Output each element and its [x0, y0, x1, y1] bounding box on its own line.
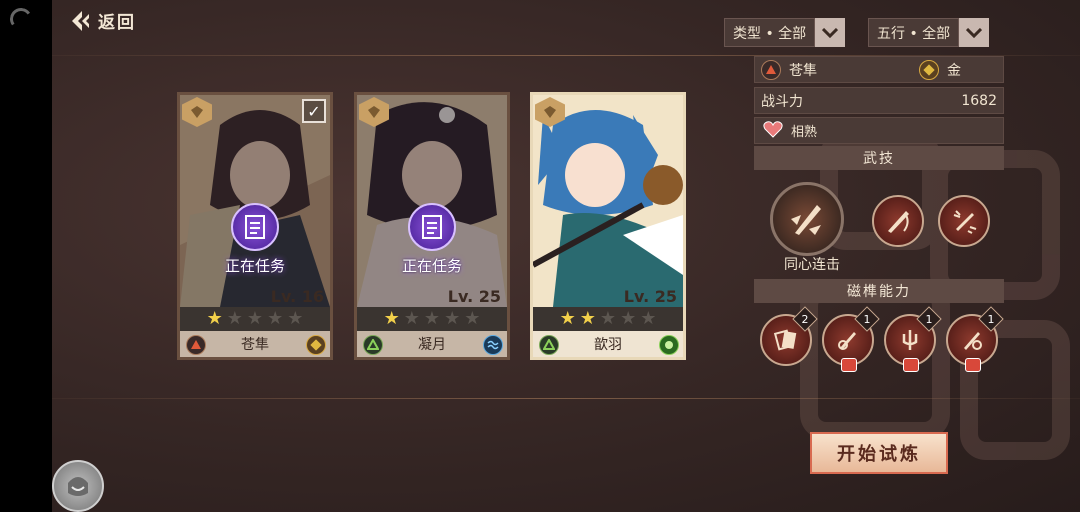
star-icon: ★ — [267, 308, 284, 329]
star-rating: ★ ★ ★ ★ ★ — [357, 307, 507, 331]
star-icon: ★ — [403, 308, 420, 329]
heart-icon — [763, 120, 783, 142]
wood-element-icon — [363, 335, 383, 355]
character-card[interactable]: 正在任务 Lv. 25 ★ ★ ★ ★ ★ 凝月 — [354, 92, 510, 360]
type-filter[interactable]: 类型 • 全部 — [724, 18, 846, 47]
character-card[interactable]: ✓ 正在任务 Lv. 16 ★ ★ ★ ★ ★ 苍隼 — [177, 92, 333, 360]
magnet-ability-button[interactable]: 1 — [822, 306, 880, 372]
character-portrait: ✓ 正在任务 Lv. 16 — [180, 95, 330, 307]
magnet-ability-button[interactable]: 2 — [760, 306, 818, 366]
metal-element-icon — [306, 335, 326, 355]
chevron-down-icon[interactable] — [959, 18, 990, 47]
fire-element-icon — [186, 335, 206, 355]
star-icon: ★ — [444, 308, 461, 329]
mission-status: 正在任务 — [401, 257, 462, 275]
power-value: 1682 — [961, 92, 997, 109]
fire-element-icon — [761, 59, 781, 80]
lock-icon — [965, 358, 981, 372]
wood-element-icon — [539, 335, 559, 355]
divider-bottom — [52, 398, 1080, 399]
type-filter-label: 类型 • 全部 — [724, 18, 816, 47]
magnet-section-title: 磁榫能力 — [754, 279, 1004, 303]
blade-slash-icon — [888, 211, 909, 233]
character-name: 凝月 — [418, 337, 446, 353]
start-trial-button[interactable]: 开始试炼 — [810, 432, 948, 474]
sword-burst-icon — [953, 210, 977, 234]
panel-element-label: 金 — [947, 62, 961, 79]
on-mission-indicator: 正在任务 — [180, 203, 330, 276]
star-rating: ★ ★ ★ ★ ★ — [180, 307, 330, 331]
sword-combo-icon — [791, 205, 821, 235]
character-level: Lv. 16 — [270, 287, 324, 306]
character-level: Lv. 25 — [623, 287, 677, 306]
power-row: 战斗力 1682 — [754, 87, 1004, 114]
character-detail-panel: 苍隼 金 战斗力 1682 相熟 武技 同心连击 磁榫能力 2 1 1 1 — [754, 56, 1004, 398]
star-icon: ★ — [559, 308, 576, 329]
main-skill-name: 同心连击 — [784, 257, 840, 273]
back-button[interactable]: 返回 — [70, 8, 136, 33]
sword-gear-icon — [838, 332, 856, 350]
on-mission-indicator: 正在任务 — [357, 203, 507, 276]
element-filter[interactable]: 五行 • 全部 — [868, 18, 990, 47]
back-chevron-icon — [72, 10, 89, 31]
character-card-selected[interactable]: Lv. 25 ★ ★ ★ ★ ★ 歆羽 — [530, 92, 686, 360]
star-icon: ★ — [599, 308, 617, 329]
star-icon: ★ — [246, 308, 264, 329]
mission-document-icon — [231, 203, 279, 251]
assistant-avatar[interactable] — [52, 460, 104, 512]
left-edge — [0, 0, 52, 512]
main-skill-button[interactable] — [770, 182, 844, 256]
lock-icon — [841, 358, 857, 372]
trident-icon — [902, 330, 918, 350]
star-icon: ★ — [579, 308, 596, 329]
star-icon: ★ — [206, 308, 223, 329]
star-icon: ★ — [226, 308, 243, 329]
character-portrait: 正在任务 Lv. 25 — [357, 95, 507, 307]
sword-spark-icon — [964, 332, 982, 350]
character-name: 歆羽 — [594, 337, 622, 353]
star-icon: ★ — [620, 308, 637, 329]
skills-section-title: 武技 — [754, 146, 1004, 170]
star-icon: ★ — [287, 308, 304, 329]
element-filter-label: 五行 • 全部 — [868, 18, 960, 47]
bond-row: 相熟 — [754, 117, 1004, 144]
bond-label: 相熟 — [791, 125, 818, 140]
character-name: 苍隼 — [241, 337, 269, 353]
mission-status: 正在任务 — [224, 257, 285, 275]
star-rating: ★ ★ ★ ★ ★ — [533, 307, 683, 331]
magnet-ability-button[interactable]: 1 — [946, 306, 1004, 372]
water-element-icon — [483, 335, 503, 355]
character-portrait: Lv. 25 — [533, 95, 683, 307]
back-label: 返回 — [98, 13, 136, 33]
camera-notch — [8, 6, 34, 32]
mascot-face-icon — [68, 477, 88, 496]
character-level: Lv. 25 — [447, 287, 501, 306]
magnet-ability-button[interactable]: 1 — [884, 306, 942, 372]
star-icon: ★ — [383, 308, 400, 329]
cards-icon — [773, 329, 797, 351]
star-icon: ★ — [640, 308, 657, 329]
wood-element-icon — [659, 335, 679, 355]
skill-button[interactable] — [872, 195, 924, 247]
metal-element-icon — [919, 59, 939, 80]
power-label: 战斗力 — [761, 93, 803, 110]
skill-button[interactable] — [938, 195, 990, 247]
mission-document-icon — [408, 203, 456, 251]
selected-checkbox[interactable]: ✓ — [302, 99, 326, 123]
star-icon: ★ — [464, 308, 481, 329]
chevron-down-icon[interactable] — [815, 18, 846, 47]
panel-header: 苍隼 金 — [754, 56, 1004, 83]
star-icon: ★ — [423, 308, 441, 329]
lock-icon — [903, 358, 919, 372]
panel-character-name: 苍隼 — [789, 62, 817, 79]
